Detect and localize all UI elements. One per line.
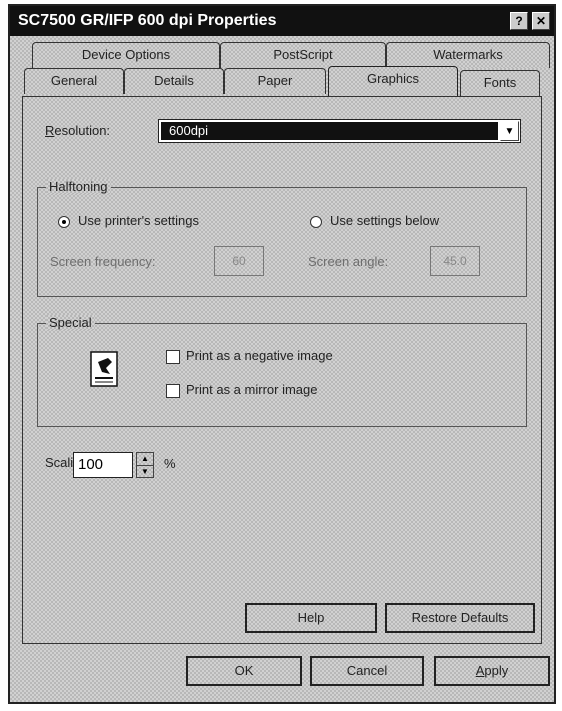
tab-label: Device Options: [81, 47, 171, 62]
tab-general[interactable]: General: [24, 68, 124, 94]
tab-label: Watermarks: [433, 47, 503, 62]
title-bar: SC7500 GR/IFP 600 dpi Properties ? ✕: [10, 6, 554, 36]
mirror-image-label[interactable]: Print as a mirror image: [186, 382, 317, 397]
tab-graphics[interactable]: Graphics: [328, 66, 458, 96]
resolution-select[interactable]: 600dpi ▼: [158, 119, 521, 143]
spin-down-icon[interactable]: ▼: [137, 466, 153, 478]
resolution-value: 600dpi: [161, 122, 498, 140]
use-printer-settings-radio[interactable]: [58, 216, 70, 228]
properties-dialog: SC7500 GR/IFP 600 dpi Properties ? ✕ Dev…: [8, 4, 556, 704]
tab-label: Fonts: [483, 75, 517, 90]
resolution-label: Resolution:: [45, 123, 111, 138]
screen-angle-field: 45.0: [430, 246, 480, 276]
scaling-spinner[interactable]: ▲ ▼: [136, 452, 154, 478]
ok-button[interactable]: OK: [186, 656, 302, 686]
use-printer-settings-label[interactable]: Use printer's settings: [78, 213, 199, 228]
help-icon: ?: [515, 14, 523, 28]
negative-image-checkbox[interactable]: [166, 350, 180, 364]
close-icon: ✕: [535, 14, 547, 28]
halftoning-title: Halftoning: [46, 179, 111, 194]
negative-image-label[interactable]: Print as a negative image: [186, 348, 333, 363]
screen-frequency-label: Screen frequency:: [50, 254, 156, 269]
tab-fonts[interactable]: Fonts: [460, 70, 540, 96]
tab-postscript[interactable]: PostScript: [220, 42, 386, 68]
tab-details[interactable]: Details: [124, 68, 224, 94]
tab-label: Details: [154, 73, 194, 88]
help-title-button[interactable]: ?: [510, 12, 528, 30]
screen-angle-label: Screen angle:: [308, 254, 389, 269]
cancel-button[interactable]: Cancel: [310, 656, 424, 686]
document-printer-icon: [90, 351, 118, 387]
tab-device-options[interactable]: Device Options: [32, 42, 220, 68]
tab-label: Paper: [257, 73, 293, 88]
scaling-unit: %: [164, 456, 176, 471]
special-title: Special: [46, 315, 95, 330]
tab-paper[interactable]: Paper: [224, 68, 326, 94]
tab-watermarks[interactable]: Watermarks: [386, 42, 550, 68]
close-button[interactable]: ✕: [532, 12, 550, 30]
halftoning-group: Halftoning Use printer's settings Use se…: [37, 179, 527, 297]
tab-label: Graphics: [366, 71, 420, 86]
use-settings-below-label[interactable]: Use settings below: [330, 213, 439, 228]
apply-button[interactable]: Apply: [434, 656, 550, 686]
help-button[interactable]: Help: [245, 603, 377, 633]
tab-label: PostScript: [273, 47, 333, 62]
scaling-input[interactable]: 100: [73, 452, 133, 478]
dropdown-arrow-icon[interactable]: ▼: [500, 121, 519, 141]
screen-frequency-field: 60: [214, 246, 264, 276]
restore-defaults-button[interactable]: Restore Defaults: [385, 603, 535, 633]
tab-label: General: [50, 73, 98, 88]
spin-up-icon[interactable]: ▲: [137, 453, 153, 466]
mirror-image-checkbox[interactable]: [166, 384, 180, 398]
use-settings-below-radio[interactable]: [310, 216, 322, 228]
window-title: SC7500 GR/IFP 600 dpi Properties: [18, 12, 277, 29]
